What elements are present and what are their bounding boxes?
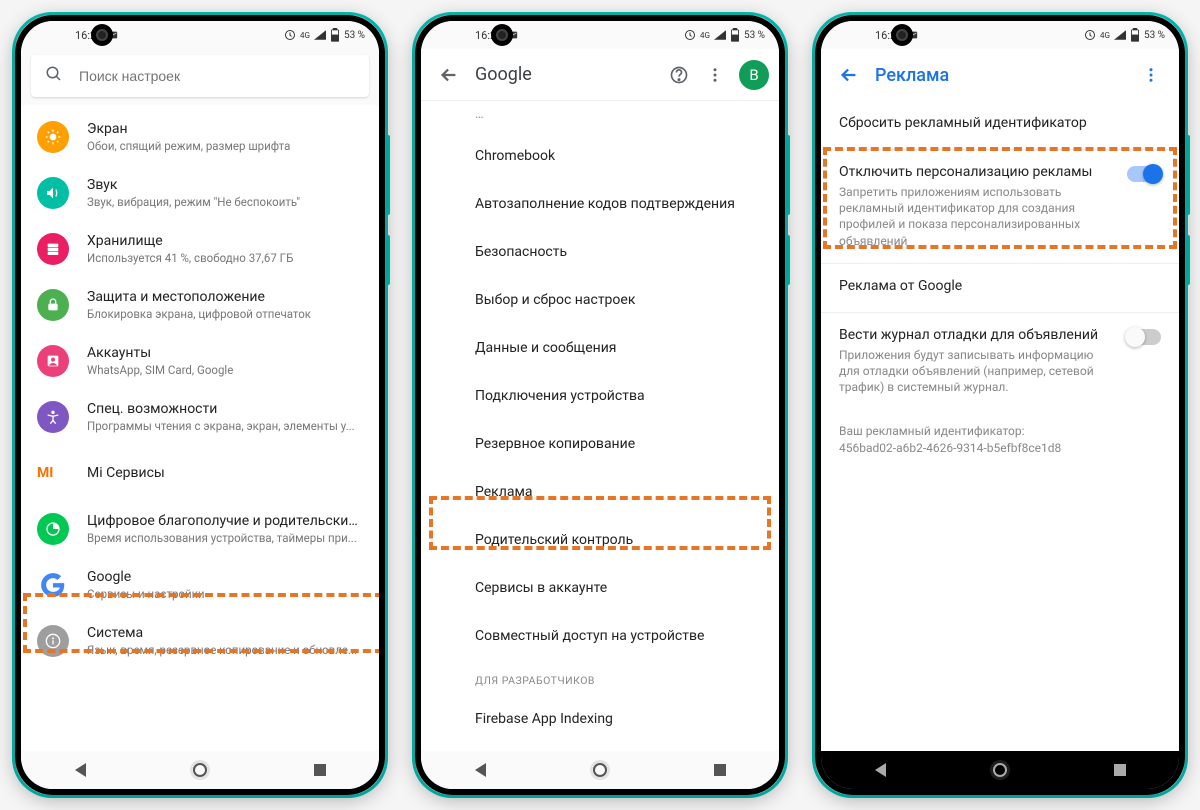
back-button[interactable] xyxy=(431,64,467,86)
network-icon: 4G xyxy=(700,31,710,40)
help-icon[interactable] xyxy=(661,65,697,85)
ads-list[interactable]: Сбросить рекламный идентификатор Отключи… xyxy=(821,101,1179,751)
nav-back[interactable] xyxy=(75,763,86,777)
list-item-shared[interactable]: Совместный доступ на устройстве xyxy=(421,612,779,660)
wellbeing-icon xyxy=(37,513,69,545)
nav-recent[interactable] xyxy=(1114,764,1126,776)
network-icon: 4G xyxy=(1100,31,1110,40)
row-reset-ad-id[interactable]: Сбросить рекламный идентификатор xyxy=(821,101,1179,149)
nav-home[interactable] xyxy=(993,763,1007,777)
nav-recent[interactable] xyxy=(314,764,326,776)
screen-1: 16:27 4G 53 % ЭкранОбои, спя xyxy=(21,21,379,789)
header: Реклама xyxy=(821,49,1179,101)
list-item-account-services[interactable]: Сервисы в аккаунте xyxy=(421,564,779,612)
more-icon[interactable] xyxy=(697,66,733,84)
search-icon xyxy=(45,65,63,87)
page-title: Google xyxy=(475,64,532,85)
header: Google B xyxy=(421,49,779,101)
setting-google[interactable]: GoogleСервисы и настройки xyxy=(21,557,379,613)
row-ads-by-google[interactable]: Реклама от Google xyxy=(821,263,1179,312)
battery-pct: 53 % xyxy=(1144,30,1165,41)
google-list[interactable]: … Chromebook Автозаполнение кодов подтве… xyxy=(421,101,779,751)
section-developers: ДЛЯ РАЗРАБОТЧИКОВ xyxy=(421,660,779,695)
sound-icon xyxy=(37,177,69,209)
setting-display[interactable]: ЭкранОбои, спящий режим, размер шрифта xyxy=(21,109,379,165)
camera-cutout xyxy=(491,24,513,46)
settings-list[interactable]: ЭкранОбои, спящий режим, размер шрифта З… xyxy=(21,105,379,751)
navbar xyxy=(421,751,779,789)
setting-accounts[interactable]: АккаунтыWhatsApp, SIM Card, Google xyxy=(21,333,379,389)
setting-sound[interactable]: ЗвукЗвук, вибрация, режим "Не беспокоить… xyxy=(21,165,379,221)
nav-back[interactable] xyxy=(875,763,886,777)
mi-icon: MI xyxy=(37,465,69,481)
search-input[interactable] xyxy=(79,68,355,84)
phone-frame-2: 16:27 4G 53 % Google xyxy=(415,15,785,795)
setting-accessibility[interactable]: Спец. возможностиПрограммы чтения с экра… xyxy=(21,389,379,445)
setting-wellbeing[interactable]: Цифровое благополучие и родительский кон… xyxy=(21,501,379,557)
list-item[interactable]: … xyxy=(421,101,779,132)
setting-security[interactable]: Защита и местоположениеБлокировка экрана… xyxy=(21,277,379,333)
camera-cutout xyxy=(891,24,913,46)
storage-icon xyxy=(37,233,69,265)
network-icon: 4G xyxy=(300,31,310,40)
list-item-autofill[interactable]: Автозаполнение кодов подтверждения xyxy=(421,180,779,228)
camera-cutout xyxy=(91,24,113,46)
nav-recent[interactable] xyxy=(714,764,726,776)
settings-content: ЭкранОбои, спящий режим, размер шрифта З… xyxy=(21,49,379,751)
list-item-parental[interactable]: Родительский контроль xyxy=(421,516,779,564)
list-item-ads[interactable]: Реклама xyxy=(421,468,779,516)
navbar xyxy=(21,751,379,789)
status-bar: 16:27 4G 53 % xyxy=(821,21,1179,49)
phone-frame-3: 16:27 4G 53 % Реклама xyxy=(815,15,1185,795)
list-item-reset[interactable]: Выбор и сброс настроек xyxy=(421,276,779,324)
screen-3: 16:27 4G 53 % Реклама xyxy=(821,21,1179,789)
setting-storage[interactable]: ХранилищеИспользуется 41 %, свободно 37,… xyxy=(21,221,379,277)
navbar xyxy=(821,751,1179,789)
row-opt-out-personalization[interactable]: Отключить персонализацию рекламы Запрети… xyxy=(821,149,1179,263)
info-icon xyxy=(37,625,69,657)
list-item-connections[interactable]: Подключения устройства xyxy=(421,372,779,420)
avatar[interactable]: B xyxy=(739,60,769,90)
search-box[interactable] xyxy=(31,55,369,97)
nav-back[interactable] xyxy=(475,763,486,777)
ads-content: Реклама Сбросить рекламный идентификатор… xyxy=(821,49,1179,751)
list-item-chromebook[interactable]: Chromebook xyxy=(421,132,779,180)
phone-frame-1: 16:27 4G 53 % ЭкранОбои, спя xyxy=(15,15,385,795)
opt-out-toggle[interactable] xyxy=(1127,166,1161,182)
list-item-firebase[interactable]: Firebase App Indexing xyxy=(421,695,779,743)
page-title: Реклама xyxy=(875,65,949,86)
display-icon xyxy=(37,121,69,153)
debug-toggle[interactable] xyxy=(1127,329,1161,345)
ad-id-info: Ваш рекламный идентификатор: 456bad02-a6… xyxy=(821,409,1179,471)
setting-system[interactable]: СистемаЯзык, время, резервное копировани… xyxy=(21,613,379,669)
more-icon[interactable] xyxy=(1133,66,1169,84)
list-item-data[interactable]: Данные и сообщения xyxy=(421,324,779,372)
battery-pct: 53 % xyxy=(344,30,365,41)
back-button[interactable] xyxy=(831,64,867,86)
screen-2: 16:27 4G 53 % Google xyxy=(421,21,779,789)
lock-icon xyxy=(37,289,69,321)
list-item-security[interactable]: Безопасность xyxy=(421,228,779,276)
nav-home[interactable] xyxy=(593,763,607,777)
status-bar: 16:27 4G 53 % xyxy=(421,21,779,49)
accessibility-icon xyxy=(37,401,69,433)
row-debug-log[interactable]: Вести журнал отладки для объявлений Прил… xyxy=(821,312,1179,410)
setting-mi-services[interactable]: MI Mi Сервисы xyxy=(21,445,379,501)
google-icon xyxy=(37,569,69,601)
status-bar: 16:27 4G 53 % xyxy=(21,21,379,49)
nav-home[interactable] xyxy=(193,763,207,777)
battery-pct: 53 % xyxy=(744,30,765,41)
google-settings-content: Google B … Chromebook Автозаполнение код… xyxy=(421,49,779,751)
list-item-backup[interactable]: Резервное копирование xyxy=(421,420,779,468)
accounts-icon xyxy=(37,345,69,377)
